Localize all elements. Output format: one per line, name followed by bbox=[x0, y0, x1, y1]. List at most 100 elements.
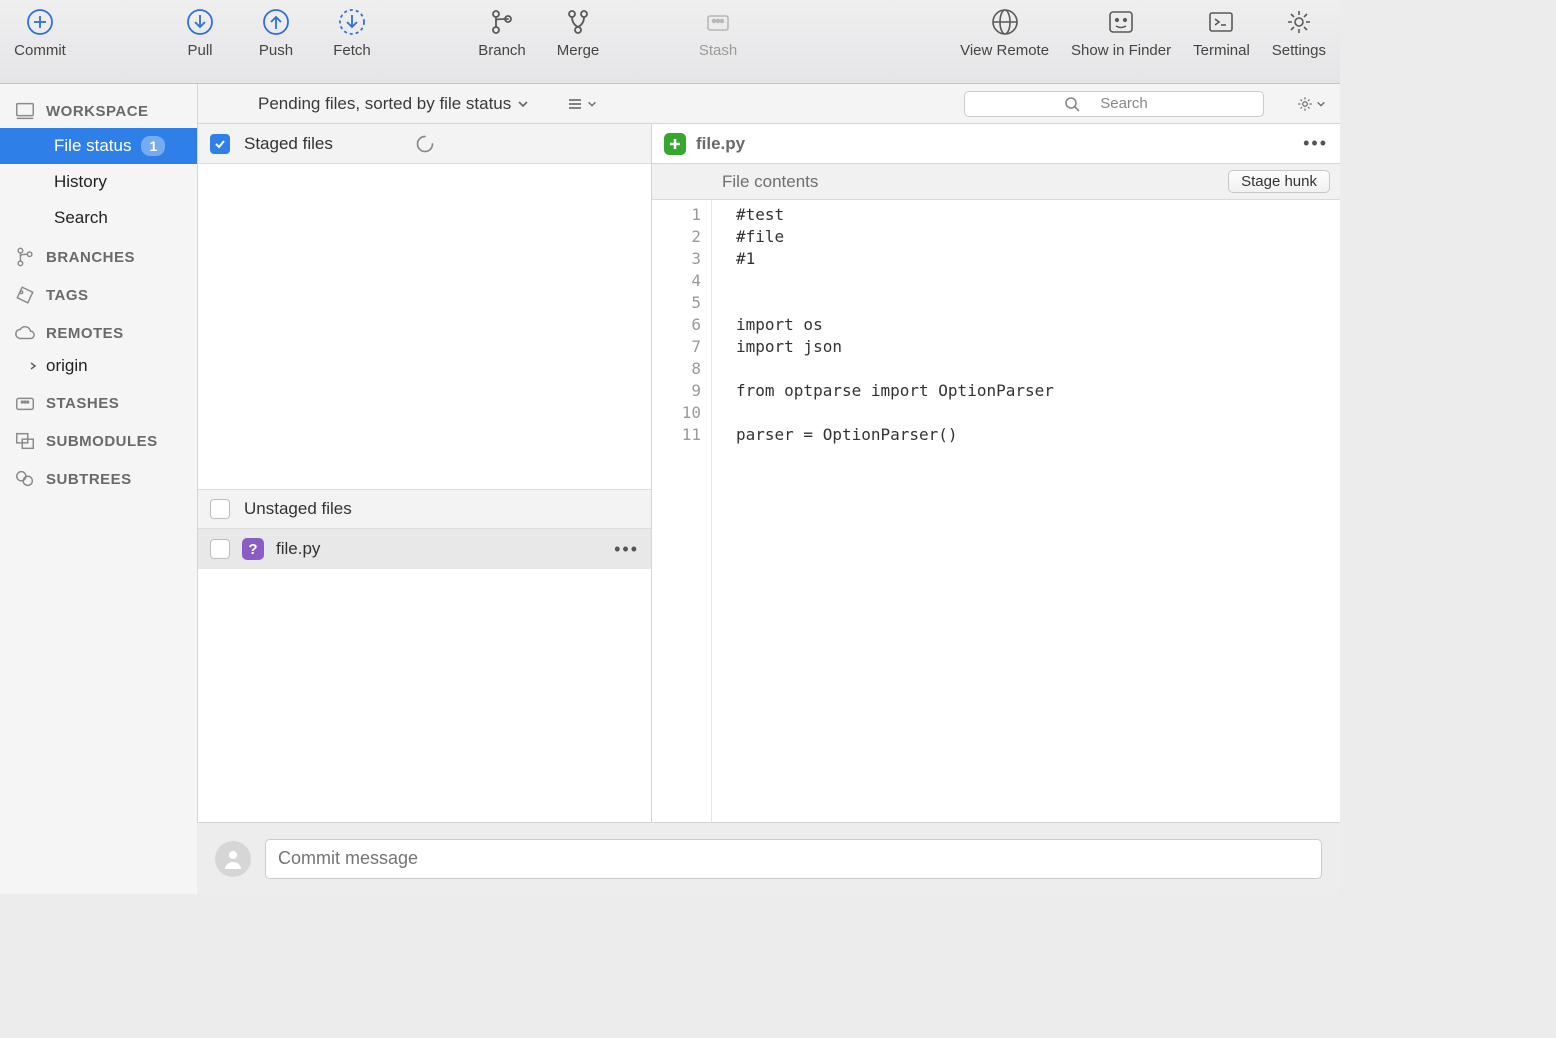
staged-files-label: Staged files bbox=[244, 134, 333, 154]
chevron-down-icon bbox=[1316, 99, 1326, 109]
tags-header[interactable]: TAGS bbox=[0, 274, 197, 312]
sidebar: WORKSPACE File status 1 History Search B… bbox=[0, 84, 198, 894]
branch-label: Branch bbox=[478, 42, 526, 59]
remote-origin-label: origin bbox=[46, 356, 88, 376]
stash-section-icon bbox=[14, 392, 36, 414]
sidebar-item-search[interactable]: Search bbox=[0, 200, 197, 236]
submodules-header[interactable]: SUBMODULES bbox=[0, 420, 197, 458]
unstaged-files-label: Unstaged files bbox=[244, 499, 352, 519]
file-contents-label: File contents bbox=[722, 172, 818, 192]
stash-button[interactable]: Stash bbox=[692, 8, 744, 59]
commit-bar bbox=[197, 822, 1340, 894]
center-header: Pending files, sorted by file status bbox=[198, 84, 1340, 124]
view-remote-label: View Remote bbox=[960, 42, 1049, 59]
file-row-more-button[interactable]: ••• bbox=[614, 539, 639, 560]
line-number-gutter: 1234567891011 bbox=[652, 200, 712, 822]
chevron-down-icon bbox=[517, 98, 529, 110]
pending-files-dropdown[interactable]: Pending files, sorted by file status bbox=[258, 94, 529, 114]
globe-icon bbox=[991, 8, 1019, 36]
search-input[interactable] bbox=[964, 91, 1264, 117]
pull-down-icon bbox=[186, 8, 214, 36]
stashes-header[interactable]: STASHES bbox=[0, 382, 197, 420]
diff-pane: file.py ••• File contents Stage hunk 123… bbox=[652, 124, 1340, 894]
staged-files-body bbox=[198, 164, 651, 489]
show-in-finder-button[interactable]: Show in Finder bbox=[1071, 8, 1171, 59]
pull-button[interactable]: Pull bbox=[174, 8, 226, 59]
submodules-header-label: SUBMODULES bbox=[46, 433, 158, 450]
commit-message-input[interactable] bbox=[265, 839, 1322, 879]
center-pane: Pending files, sorted by file status bbox=[198, 84, 1340, 894]
unstaged-files-header[interactable]: Unstaged files bbox=[198, 489, 651, 529]
diff-file-name: file.py bbox=[696, 134, 745, 154]
sidebar-item-history[interactable]: History bbox=[0, 164, 197, 200]
stashes-header-label: STASHES bbox=[46, 395, 119, 412]
sidebar-item-file-status[interactable]: File status 1 bbox=[0, 128, 197, 164]
terminal-icon bbox=[1207, 8, 1235, 36]
options-gear-dropdown[interactable] bbox=[1296, 95, 1326, 113]
search-wrap bbox=[964, 91, 1264, 117]
stage-hunk-button[interactable]: Stage hunk bbox=[1228, 170, 1330, 193]
push-button[interactable]: Push bbox=[250, 8, 302, 59]
subtrees-header-label: SUBTREES bbox=[46, 471, 132, 488]
diff-subheader: File contents Stage hunk bbox=[652, 164, 1340, 200]
settings-button[interactable]: Settings bbox=[1272, 8, 1326, 59]
file-status-label: File status bbox=[54, 136, 131, 156]
unstaged-checkbox[interactable] bbox=[210, 499, 230, 519]
branches-header[interactable]: BRANCHES bbox=[0, 236, 197, 274]
staged-checkbox[interactable] bbox=[210, 134, 230, 154]
staged-files-header[interactable]: Staged files bbox=[198, 124, 651, 164]
loading-spinner-icon bbox=[415, 134, 435, 154]
search-icon bbox=[1064, 96, 1080, 112]
finder-icon bbox=[1107, 8, 1135, 36]
merge-button[interactable]: Merge bbox=[552, 8, 604, 59]
chevron-down-icon bbox=[587, 99, 597, 109]
main: WORKSPACE File status 1 History Search B… bbox=[0, 84, 1340, 894]
commit-plus-icon bbox=[26, 8, 54, 36]
workspace-header-label: WORKSPACE bbox=[46, 103, 149, 120]
gear-icon bbox=[1296, 95, 1314, 113]
monitor-icon bbox=[14, 100, 36, 122]
code-content[interactable]: #test#file#1import osimport jsonfrom opt… bbox=[712, 200, 1054, 822]
added-file-badge-icon bbox=[664, 133, 686, 155]
check-icon bbox=[213, 137, 227, 151]
commit-button[interactable]: Commit bbox=[14, 8, 66, 59]
file-row[interactable]: ? file.py ••• bbox=[198, 529, 651, 569]
cloud-icon bbox=[14, 322, 36, 344]
fetch-button[interactable]: Fetch bbox=[326, 8, 378, 59]
view-remote-button[interactable]: View Remote bbox=[960, 8, 1049, 59]
settings-label: Settings bbox=[1272, 42, 1326, 59]
subtrees-header[interactable]: SUBTREES bbox=[0, 458, 197, 496]
user-avatar-icon bbox=[215, 841, 251, 877]
push-label: Push bbox=[259, 42, 293, 59]
terminal-label: Terminal bbox=[1193, 42, 1250, 59]
pending-files-label: Pending files, sorted by file status bbox=[258, 94, 511, 114]
branch-button[interactable]: Branch bbox=[476, 8, 528, 59]
file-status-badge: 1 bbox=[141, 136, 165, 156]
workspace-header[interactable]: WORKSPACE bbox=[0, 90, 197, 128]
unknown-file-badge-icon: ? bbox=[242, 538, 264, 560]
stash-icon bbox=[704, 8, 732, 36]
remote-origin[interactable]: origin bbox=[0, 350, 197, 382]
chevron-right-icon bbox=[28, 361, 38, 371]
push-up-icon bbox=[262, 8, 290, 36]
list-view-dropdown[interactable] bbox=[567, 96, 597, 112]
branches-header-label: BRANCHES bbox=[46, 249, 135, 266]
commit-label: Commit bbox=[14, 42, 66, 59]
code-body: 1234567891011 #test#file#1import osimpor… bbox=[652, 200, 1340, 822]
file-row-checkbox[interactable] bbox=[210, 539, 230, 559]
gear-icon bbox=[1285, 8, 1313, 36]
remotes-header[interactable]: REMOTES bbox=[0, 312, 197, 350]
diff-more-button[interactable]: ••• bbox=[1303, 133, 1328, 154]
merge-label: Merge bbox=[557, 42, 600, 59]
branch-icon bbox=[488, 8, 516, 36]
remotes-header-label: REMOTES bbox=[46, 325, 124, 342]
pull-label: Pull bbox=[187, 42, 212, 59]
subtrees-icon bbox=[14, 468, 36, 490]
file-row-name: file.py bbox=[276, 539, 320, 559]
file-list-pane: Staged files Unstaged files ? file.py ••… bbox=[198, 124, 652, 894]
stash-label: Stash bbox=[699, 42, 737, 59]
diff-header: file.py ••• bbox=[652, 124, 1340, 164]
terminal-button[interactable]: Terminal bbox=[1193, 8, 1250, 59]
toolbar: Commit Pull Push Fetch Branch bbox=[0, 0, 1340, 84]
fetch-icon bbox=[338, 8, 366, 36]
